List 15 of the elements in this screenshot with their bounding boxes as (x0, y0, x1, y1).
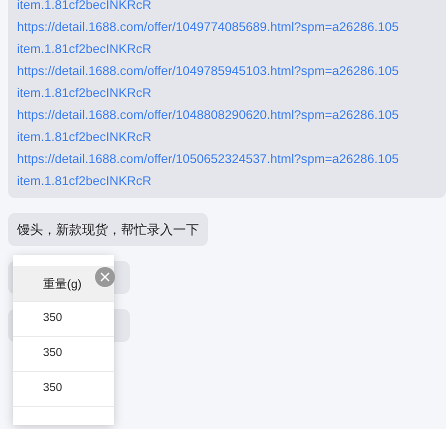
link[interactable]: item.1.81cf2becINKRcR (17, 82, 437, 104)
table-cell: 350 (13, 371, 114, 406)
link[interactable]: https://detail.1688.com/offer/1048808290620.html?spm=a26286.105 (17, 104, 437, 126)
link[interactable]: https://detail.1688.com/offer/1049785945103.html?spm=a26286.105 (17, 60, 437, 82)
link[interactable]: item.1.81cf2becINKRcR (17, 38, 437, 60)
link[interactable]: https://detail.1688.com/offer/1049774085689.html?spm=a26286.105 (17, 16, 437, 38)
link[interactable]: item.1.81cf2becINKRcR (17, 126, 437, 148)
link[interactable]: https://detail.1688.com/offer/1050652324537.html?spm=a26286.105 (17, 148, 437, 170)
table-cell: 350 (13, 301, 114, 336)
close-icon[interactable] (95, 267, 115, 287)
table-header: 重量(g) (13, 266, 114, 301)
link[interactable]: item.1.81cf2becINKRcR (17, 0, 437, 16)
message-bubble: 馒头，新款现货，帮忙录入一下 (8, 213, 208, 246)
link[interactable]: item.1.81cf2becINKRcR (17, 170, 437, 192)
table-cell: 350 (13, 336, 114, 371)
